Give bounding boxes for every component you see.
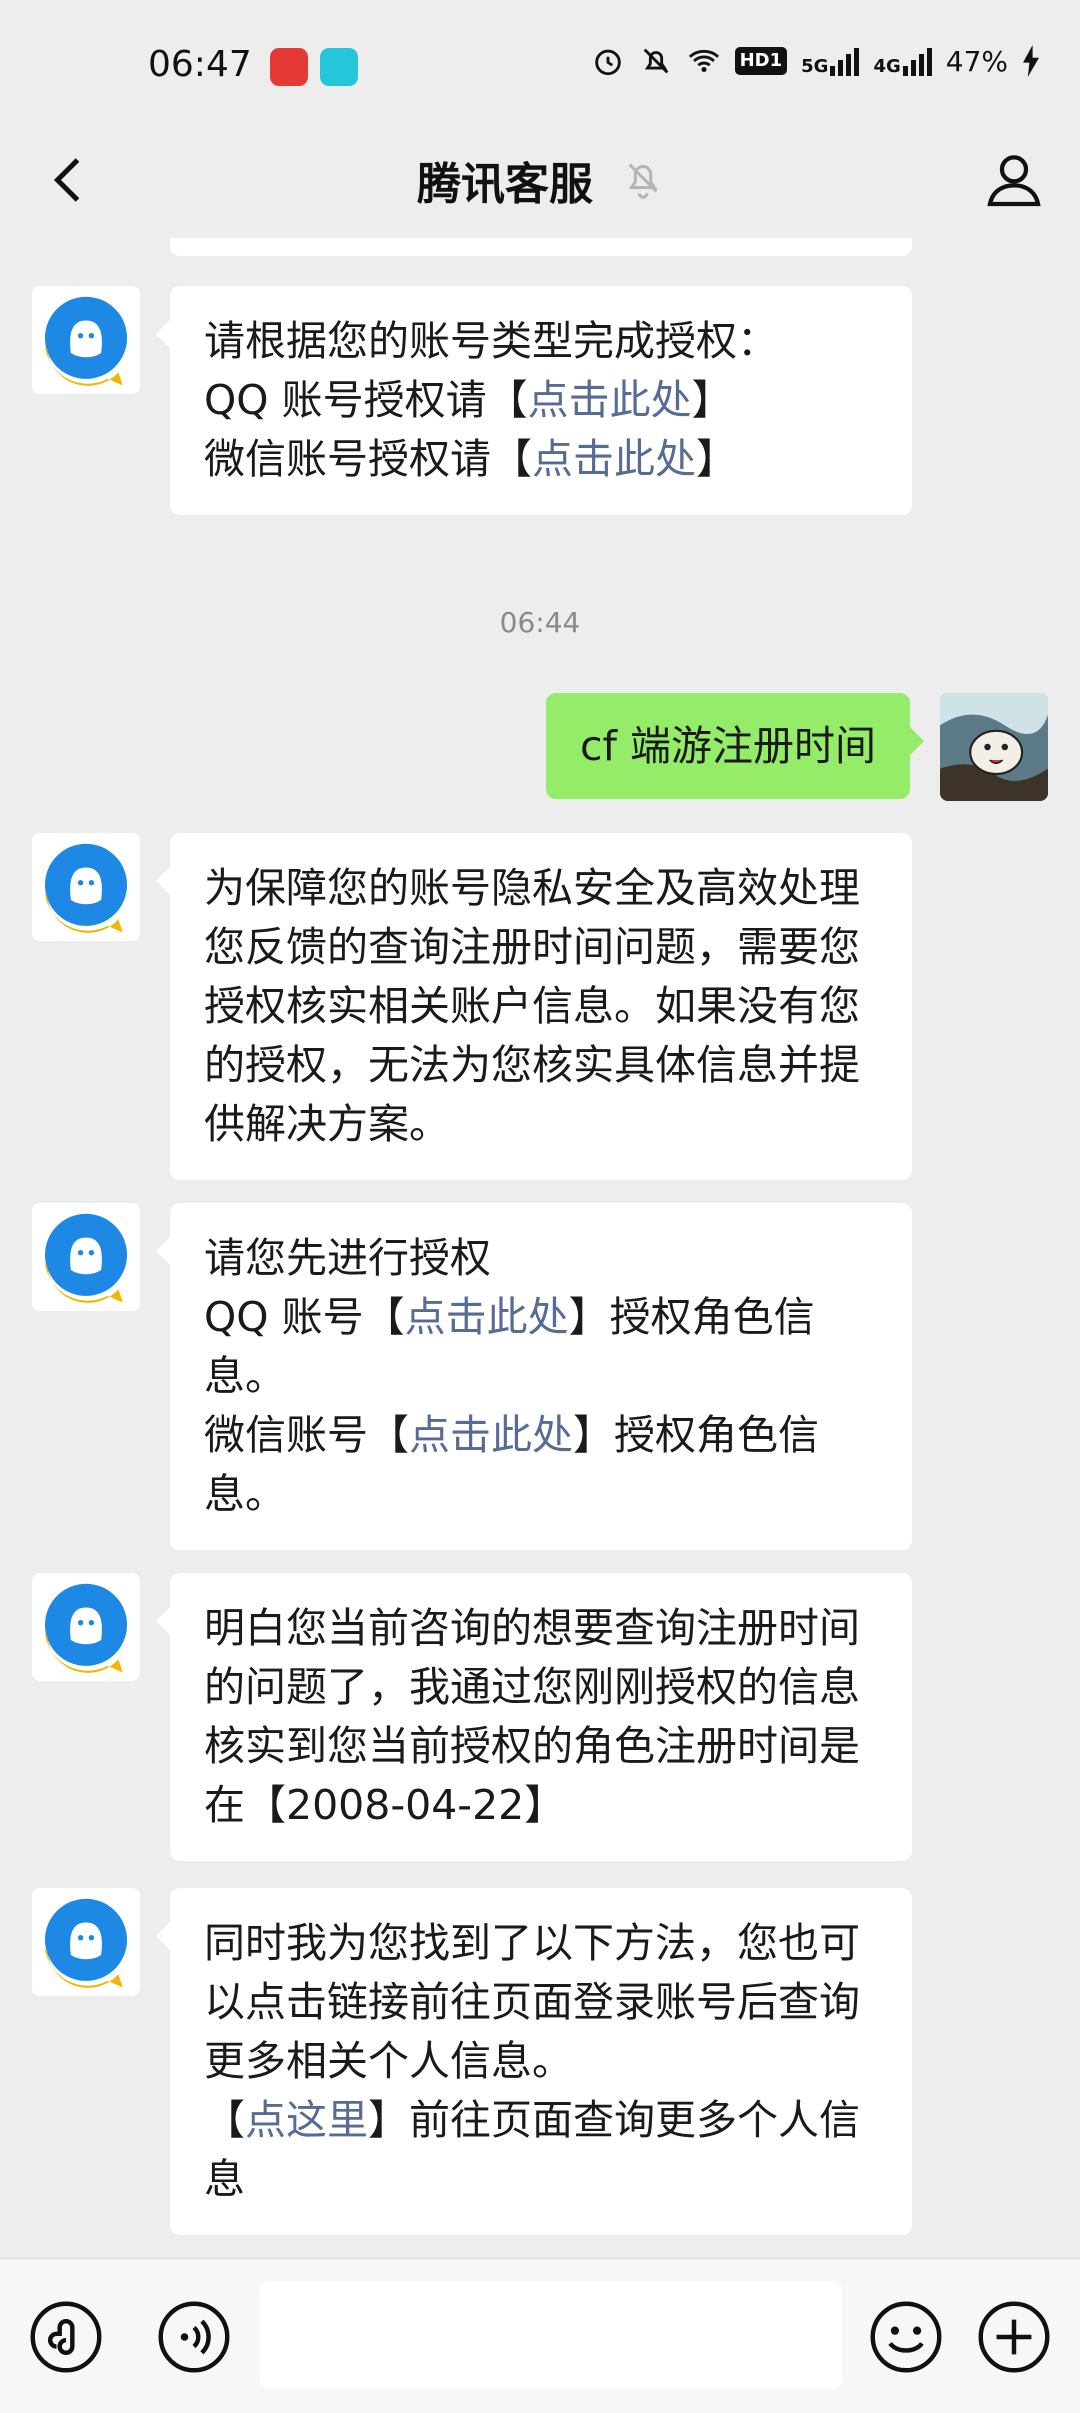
mute-bell-icon — [643, 48, 668, 74]
authorize-link[interactable]: 点击此处 — [405, 1293, 569, 1341]
chat-title: 腾讯客服 — [417, 159, 593, 210]
status-time: 06:47 — [148, 44, 252, 85]
voice-icon[interactable] — [156, 2299, 232, 2375]
signal-bars-icon — [830, 46, 860, 76]
mini-program-icon[interactable] — [28, 2299, 104, 2375]
status-bar: 06:47 HD1 5G 4G 47% — [0, 0, 1080, 130]
message-bubble[interactable]: 请您先进行授权 QQ 账号【点击此处】授权角色信息。 微信账号【点击此处】授权角… — [156, 1203, 912, 1550]
battery-level: 47% — [945, 44, 1008, 78]
service-avatar[interactable] — [32, 1888, 140, 1996]
message-text: 】 — [696, 435, 737, 483]
message-text: 明白您当前咨询的想要查询注册时间的问题了，我通过您刚刚授权的信息核实到您当前授权… — [204, 1604, 860, 1829]
service-avatar[interactable] — [32, 1573, 140, 1681]
message-bubble[interactable]: 同时我为您找到了以下方法，您也可以点击链接前往页面登录账号后查询更多相关个人信息… — [156, 1888, 912, 2235]
message-input[interactable] — [260, 2281, 842, 2389]
message-bubble-outgoing[interactable]: cf 端游注册时间 — [545, 693, 925, 799]
service-avatar[interactable] — [32, 286, 140, 394]
authorize-link[interactable]: 点击此处 — [409, 1411, 573, 1459]
message-timestamp: 06:44 — [499, 606, 581, 639]
signal-5g: 5G — [801, 46, 860, 76]
plus-icon[interactable] — [976, 2299, 1052, 2375]
service-avatar[interactable] — [32, 833, 140, 941]
chat-header: 腾讯客服 — [0, 130, 1080, 238]
message-bubble-partial — [170, 238, 912, 256]
input-bar — [0, 2258, 1080, 2413]
app-notification-icon — [320, 48, 358, 86]
authorize-link[interactable]: 点击此处 — [532, 435, 696, 483]
message-text: 为保障您的账号隐私安全及高效处理您反馈的查询注册时间问题，需要您授权核实相关账户… — [204, 864, 860, 1148]
wifi-icon — [688, 49, 719, 73]
signal-bars-icon — [902, 46, 932, 76]
bell-muted-icon — [628, 163, 658, 199]
hd-badge: HD1 — [734, 47, 788, 75]
alarm-icon — [594, 49, 621, 76]
authorize-link[interactable]: 点这里 — [245, 2096, 368, 2144]
user-avatar[interactable] — [940, 693, 1048, 801]
service-avatar[interactable] — [32, 1203, 140, 1311]
message-bubble[interactable]: 请根据您的账号类型完成授权： QQ 账号授权请【点击此处】 微信账号授权请【点击… — [156, 286, 912, 515]
charging-icon — [1023, 45, 1039, 77]
person-icon[interactable] — [982, 148, 1046, 212]
app-notification-icon — [270, 48, 308, 86]
authorize-link[interactable]: 点击此处 — [528, 376, 692, 424]
message-list[interactable]: 请根据您的账号类型完成授权： QQ 账号授权请【点击此处】 微信账号授权请【点击… — [0, 238, 1080, 2258]
emoji-icon[interactable] — [868, 2299, 944, 2375]
signal-4g: 4G — [873, 46, 932, 76]
message-bubble[interactable]: 为保障您的账号隐私安全及高效处理您反馈的查询注册时间问题，需要您授权核实相关账户… — [156, 833, 912, 1180]
status-indicators: HD1 5G 4G 47% — [591, 44, 1040, 78]
message-bubble[interactable]: 明白您当前咨询的想要查询注册时间的问题了，我通过您刚刚授权的信息核实到您当前授权… — [156, 1573, 912, 1861]
